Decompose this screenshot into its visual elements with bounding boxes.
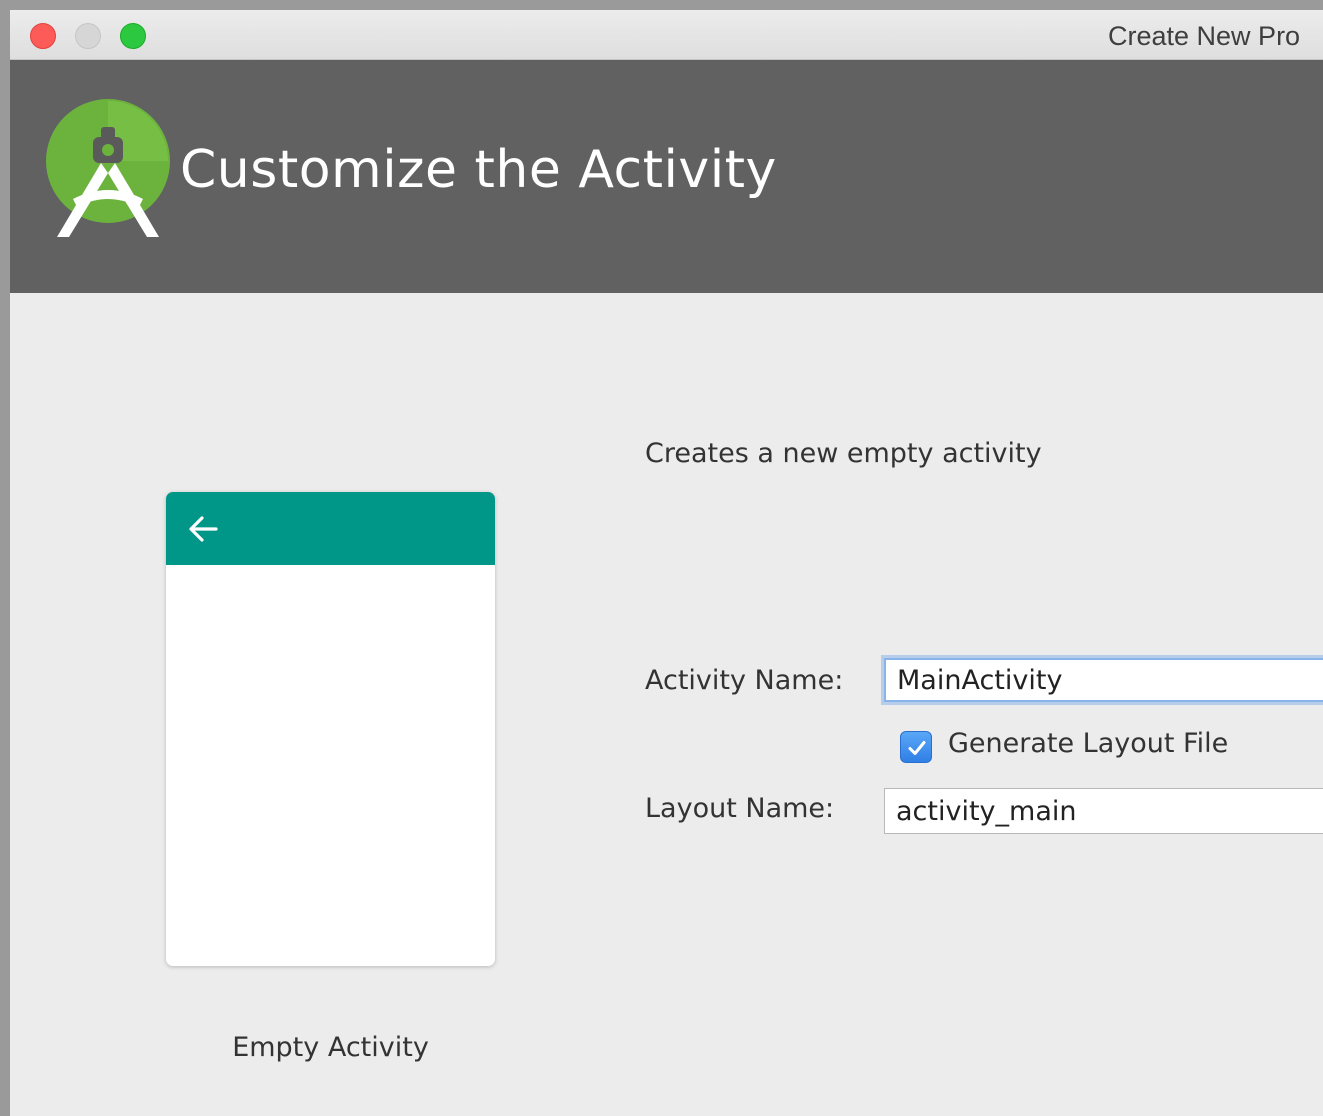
activity-name-input[interactable]	[884, 658, 1323, 702]
preview-app-bar	[166, 492, 495, 565]
zoom-window-button[interactable]	[120, 23, 146, 49]
layout-name-label: Layout Name:	[645, 793, 835, 824]
android-studio-logo-icon	[46, 99, 170, 237]
preview-label: Empty Activity	[232, 1032, 429, 1063]
activity-name-label: Activity Name:	[645, 665, 844, 696]
activity-description: Creates a new empty activity	[645, 438, 1042, 469]
layout-name-input[interactable]	[884, 788, 1323, 834]
page-title: Customize the Activity	[180, 140, 777, 200]
arrow-left-icon	[189, 516, 218, 542]
generate-layout-file-label[interactable]: Generate Layout File	[948, 728, 1228, 759]
create-new-project-window: Create New Pro Customize the Activity Em…	[10, 10, 1323, 1116]
window-title: Create New Pro	[1108, 21, 1301, 51]
generate-layout-file-checkbox[interactable]	[900, 731, 932, 763]
checkmark-icon	[908, 741, 926, 755]
window-titlebar: Create New Pro	[10, 10, 1323, 60]
close-window-button[interactable]	[30, 23, 56, 49]
minimize-window-button[interactable]	[75, 23, 101, 49]
wizard-header: Customize the Activity	[10, 60, 1323, 293]
activity-preview-card	[166, 492, 495, 966]
